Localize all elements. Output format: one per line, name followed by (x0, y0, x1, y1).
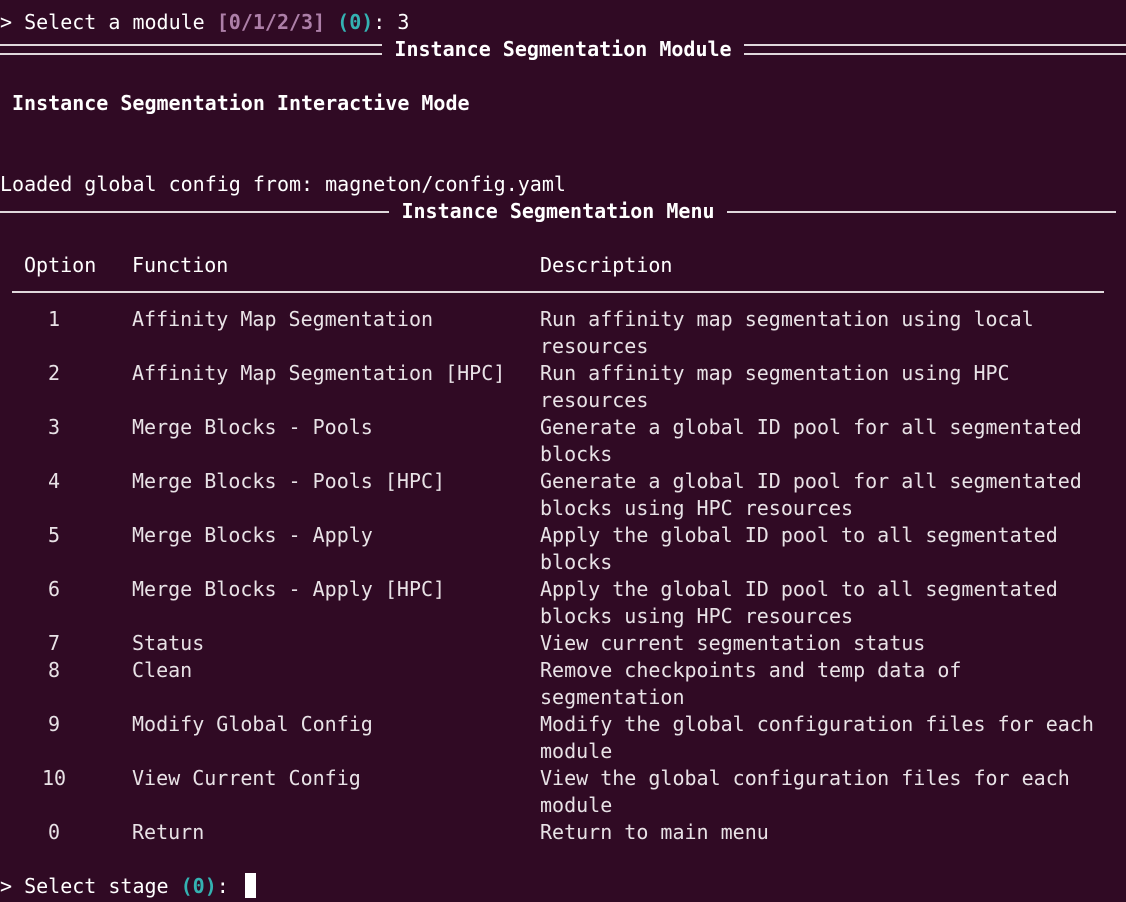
row-description: Generate a global ID pool for all segmen… (540, 415, 1082, 466)
row-function: Modify Global Config (132, 712, 373, 736)
row-option: 1 (47, 307, 61, 331)
text-cursor[interactable] (244, 873, 256, 898)
menu-rule-right (726, 210, 1117, 213)
row-function: Clean (132, 658, 193, 682)
header-divider (12, 291, 1104, 293)
module-default: (0) (337, 10, 374, 34)
row-description: View the global configuration files for … (540, 766, 1070, 817)
module-prompt-space (325, 10, 337, 34)
row-option: 9 (47, 712, 61, 736)
row-description: Modify the global configuration files fo… (540, 712, 1094, 763)
row-description: Generate a global ID pool for all segmen… (540, 469, 1082, 520)
module-prompt-prefix: > Select a module (0, 10, 217, 34)
row-option: 0 (47, 820, 61, 844)
row-option: 2 (47, 361, 61, 385)
row-description: Apply the global ID pool to all segmenta… (540, 577, 1058, 628)
row-function: Affinity Map Segmentation (132, 307, 434, 331)
banner-rule-left (0, 44, 383, 55)
menu-banner: Instance Segmentation Menu (0, 198, 1117, 225)
module-banner-title: Instance Segmentation Module (394, 37, 732, 61)
row-description: Run affinity map segmentation using HPC … (540, 361, 1010, 412)
row-option: 8 (47, 658, 61, 682)
header-description: Description (540, 253, 673, 277)
row-function: View Current Config (132, 766, 361, 790)
stage-prompt-prefix: > Select stage (0, 874, 181, 898)
row-description: Remove checkpoints and temp data of segm… (540, 658, 962, 709)
row-function: Status (132, 631, 205, 655)
module-choices: [0/1/2/3] (216, 10, 326, 34)
banner-rule-right (743, 44, 1126, 55)
row-function: Merge Blocks - Pools (132, 415, 373, 439)
module-prompt-line: > Select a module [0/1/2/3] (0): 3 (0, 9, 409, 36)
row-description: Run affinity map segmentation using loca… (540, 307, 1034, 358)
row-option: 5 (47, 523, 61, 547)
terminal-window[interactable]: > Select a module [0/1/2/3] (0): 3 Insta… (0, 0, 1126, 902)
row-option: 7 (47, 631, 61, 655)
row-option: 6 (47, 577, 61, 601)
header-function: Function (132, 253, 229, 277)
row-function: Merge Blocks - Apply [HPC] (132, 577, 446, 601)
row-function: Return (132, 820, 205, 844)
row-description: Apply the global ID pool to all segmenta… (540, 523, 1058, 574)
row-description: View current segmentation status (540, 631, 926, 655)
row-function: Merge Blocks - Pools [HPC] (132, 469, 446, 493)
row-function: Merge Blocks - Apply (132, 523, 373, 547)
stage-default: (0) (180, 874, 217, 898)
header-option: Option (24, 253, 97, 277)
module-prompt-answer: : 3 (373, 10, 410, 34)
row-option: 10 (41, 766, 67, 790)
config-loaded-line: Loaded global config from: magneton/conf… (0, 172, 566, 196)
row-description: Return to main menu (540, 820, 769, 844)
row-function: Affinity Map Segmentation [HPC] (132, 361, 506, 385)
stage-prompt-colon: : (216, 874, 241, 898)
module-banner: Instance Segmentation Module (0, 36, 1126, 63)
mode-title: Instance Segmentation Interactive Mode (12, 91, 470, 115)
stage-prompt-line[interactable]: > Select stage (0): (0, 873, 256, 900)
menu-rule-left (0, 210, 390, 213)
row-option: 3 (47, 415, 61, 439)
row-option: 4 (47, 469, 61, 493)
menu-title: Instance Segmentation Menu (401, 199, 715, 223)
